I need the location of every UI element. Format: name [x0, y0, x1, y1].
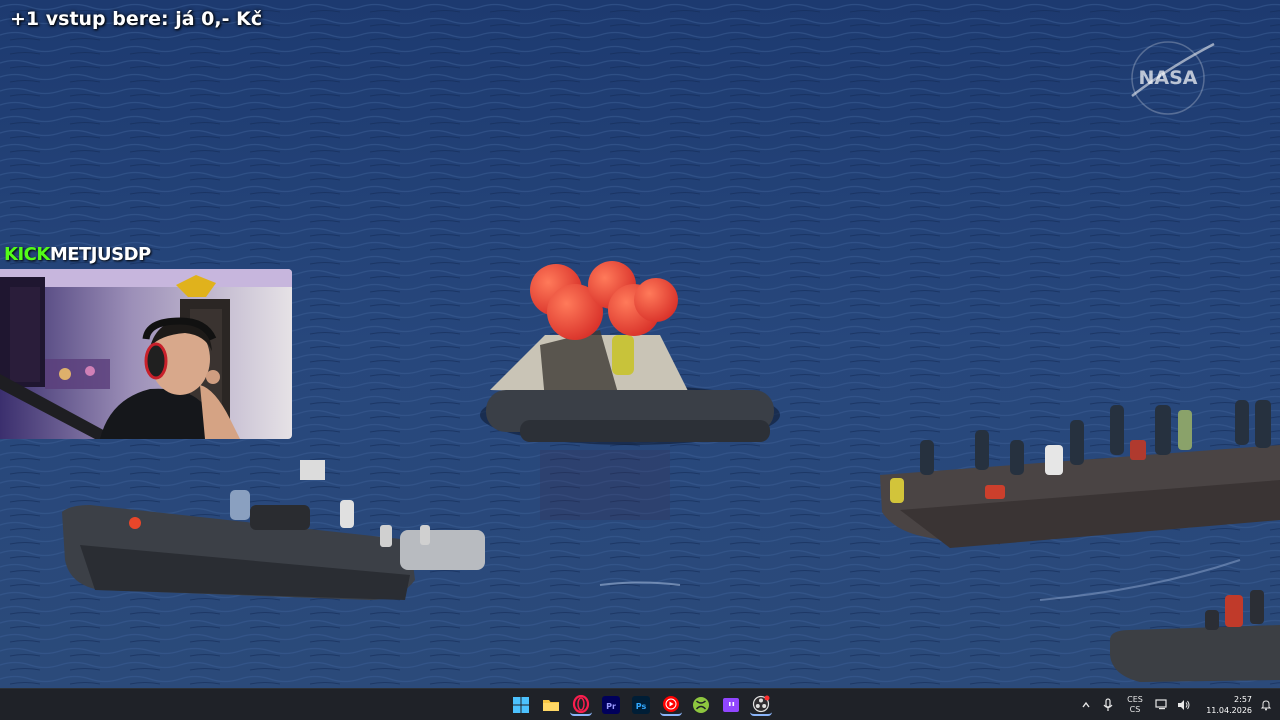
twitch-icon[interactable] — [720, 694, 742, 716]
kick-brand: KICK — [4, 244, 50, 265]
nasa-logo-text: NASA — [1139, 67, 1198, 89]
microphone-icon[interactable] — [1100, 697, 1116, 713]
youtube-music-icon[interactable] — [660, 694, 682, 716]
network-icon[interactable] — [1154, 697, 1170, 713]
premiere-pro-icon[interactable]: Pr — [600, 694, 622, 716]
clock-date: 11.04.2026 — [1206, 706, 1252, 715]
donation-overlay-text: +1 vstup bere: já 0,- Kč — [10, 8, 263, 30]
svg-text:Pr: Pr — [606, 702, 616, 711]
xbox-icon[interactable] — [690, 694, 712, 716]
windows-taskbar: Pr Ps CES CS 2:57 11.04.2026 — [0, 688, 1280, 720]
windows-start-icon[interactable] — [510, 694, 532, 716]
nasa-logo: NASA — [1124, 38, 1216, 118]
taskbar-apps: Pr Ps — [510, 689, 772, 720]
file-explorer-icon[interactable] — [540, 694, 562, 716]
photoshop-icon[interactable]: Ps — [630, 694, 652, 716]
language-code: CES — [1127, 695, 1143, 704]
volume-icon[interactable] — [1176, 697, 1192, 713]
svg-text:Ps: Ps — [636, 702, 647, 711]
layout-code: CS — [1129, 705, 1141, 714]
streamer-username: METJUSDP — [49, 244, 151, 265]
notifications-icon[interactable] — [1258, 697, 1274, 713]
webcam-scene — [0, 269, 292, 439]
opera-gx-icon[interactable] — [570, 694, 592, 716]
webcam-feed — [0, 269, 292, 439]
system-tray: CES CS 2:57 11.04.2026 — [1078, 689, 1274, 720]
clock-time: 2:57 — [1234, 695, 1252, 704]
nasa-meatball-icon: NASA — [1131, 41, 1215, 115]
system-clock[interactable]: 2:57 11.04.2026 — [1198, 694, 1252, 716]
chevron-up-icon[interactable] — [1078, 697, 1094, 713]
obs-icon[interactable] — [750, 694, 772, 716]
keyboard-language-indicator[interactable]: CES CS — [1122, 695, 1148, 715]
kick-streamer-label: KICKMETJUSDP — [4, 244, 151, 266]
